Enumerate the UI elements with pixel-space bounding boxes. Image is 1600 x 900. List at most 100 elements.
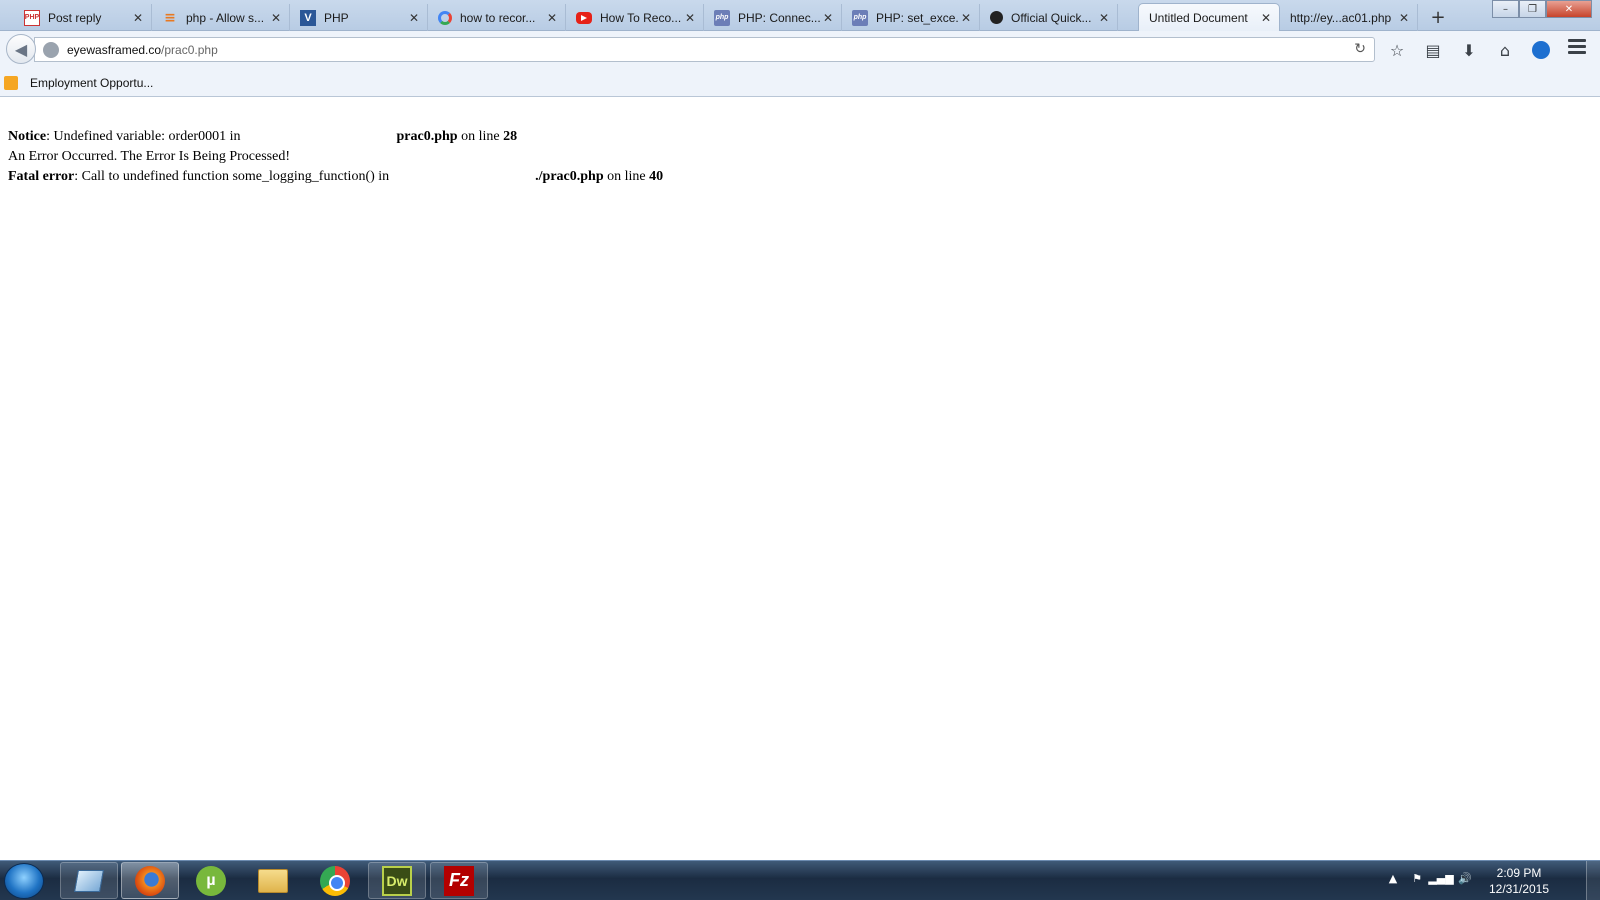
tab-google-search[interactable]: how to recor... ✕ xyxy=(428,4,566,31)
notice-label: Notice xyxy=(8,129,47,144)
tab-stackoverflow[interactable]: ≡ php - Allow s... ✕ xyxy=(152,4,290,31)
tab-label: http://ey...ac01.php xyxy=(1290,10,1392,25)
back-arrow-icon: ◀ xyxy=(14,39,28,59)
php-icon: php xyxy=(714,9,730,26)
hello-bubble-icon xyxy=(1532,41,1550,59)
notice-file: prac0.php xyxy=(396,129,458,144)
site-identity-icon[interactable] xyxy=(43,41,59,58)
taskbar-utorrent[interactable]: µ xyxy=(182,862,240,899)
reading-list-icon[interactable]: ▤ xyxy=(1422,39,1444,61)
tab-php[interactable]: V PHP ✕ xyxy=(290,4,428,31)
taskbar-filezilla[interactable]: Fz xyxy=(430,862,488,899)
tab-label: PHP xyxy=(324,10,349,25)
php-icon: php xyxy=(852,9,868,26)
tab-label: PHP: Connec... xyxy=(738,10,821,25)
close-tab-icon[interactable]: ✕ xyxy=(683,11,697,25)
tab-php-set-exception[interactable]: php PHP: set_exce... ✕ xyxy=(842,4,980,31)
fatal-error-line: Fatal error: Call to undefined function … xyxy=(8,167,1592,187)
fatal-error-on-line: on line xyxy=(603,169,650,184)
chrome-icon xyxy=(320,865,350,896)
notice-message: : Undefined variable: order0001 in xyxy=(46,129,241,144)
window-controls: – ❐ ✕ xyxy=(1492,0,1592,18)
windows-taskbar: µ Dw Fz ▲ ⚑ ▂▄▆ 🔊 2:09 PM 12/31/2015 xyxy=(0,860,1600,900)
phpbb-icon: PHP xyxy=(24,9,40,26)
system-tray: ▲ ⚑ ▂▄▆ 🔊 xyxy=(1386,871,1472,885)
action-center-flag-icon[interactable]: ⚑ xyxy=(1410,871,1424,885)
fatal-error-label: Fatal error xyxy=(8,169,75,184)
hamburger-menu-icon[interactable] xyxy=(1568,39,1586,54)
close-tab-icon[interactable]: ✕ xyxy=(269,11,283,25)
bookmark-star-icon[interactable]: ☆ xyxy=(1386,39,1408,61)
close-window-button[interactable]: ✕ xyxy=(1546,0,1592,18)
taskbar-chrome[interactable] xyxy=(306,862,364,899)
notice-line-number: 28 xyxy=(503,129,518,144)
fatal-error-file: ./prac0.php xyxy=(535,169,604,184)
tab-label: Post reply xyxy=(48,10,102,25)
page-content: Notice: Undefined variable: order0001 in… xyxy=(0,97,1600,860)
filezilla-icon: Fz xyxy=(444,865,474,896)
home-icon[interactable]: ⌂ xyxy=(1494,39,1516,61)
close-tab-icon[interactable]: ✕ xyxy=(821,11,835,25)
tab-http-prac01[interactable]: http://ey...ac01.php ✕ xyxy=(1280,4,1418,31)
tab-label: Untitled Document xyxy=(1149,11,1248,25)
tab-official-quick[interactable]: Official Quick... ✕ xyxy=(980,4,1118,31)
show-desktop-button[interactable] xyxy=(1586,861,1600,900)
tab-untitled-document[interactable]: Untitled Document ✕ xyxy=(1138,3,1280,32)
clock-time: 2:09 PM xyxy=(1496,866,1542,880)
show-hidden-icons-icon[interactable]: ▲ xyxy=(1386,871,1400,885)
v-logo-icon: V xyxy=(300,9,316,26)
firefox-hello-icon[interactable] xyxy=(1530,39,1552,61)
google-icon xyxy=(438,10,452,25)
rss-feed-icon xyxy=(4,75,18,90)
restore-button[interactable]: ❐ xyxy=(1519,0,1546,18)
menu-line xyxy=(1568,39,1586,42)
reload-icon[interactable]: ↻ xyxy=(1354,41,1366,57)
firefox-icon xyxy=(135,865,165,896)
back-button[interactable]: ◀ xyxy=(6,34,36,64)
navigation-toolbar: eyewasframed.co/prac0.php ↻ ◀ ☆ ▤ ⬇ ⌂ xyxy=(0,31,1600,69)
clock-date: 12/31/2015 xyxy=(1488,882,1550,896)
network-signal-icon[interactable]: ▂▄▆ xyxy=(1428,871,1453,885)
close-tab-icon[interactable]: ✕ xyxy=(959,11,973,25)
url-bar[interactable]: eyewasframed.co/prac0.php ↻ xyxy=(34,37,1375,62)
fatal-error-line-number: 40 xyxy=(649,169,664,184)
youtube-icon xyxy=(576,11,592,24)
close-tab-icon[interactable]: ✕ xyxy=(1097,11,1111,25)
obs-icon xyxy=(990,11,1003,24)
bookmark-employment[interactable]: Employment Opportu... xyxy=(4,75,154,90)
url-text[interactable]: eyewasframed.co/prac0.php xyxy=(67,43,218,57)
notice-line: Notice: Undefined variable: order0001 in… xyxy=(8,127,1592,147)
taskbar-libraries[interactable] xyxy=(244,862,302,899)
minimize-button[interactable]: – xyxy=(1492,0,1519,18)
close-tab-icon[interactable]: ✕ xyxy=(545,11,559,25)
close-tab-icon[interactable]: ✕ xyxy=(407,11,421,25)
url-host: eyewasframed.co xyxy=(67,42,162,57)
stackoverflow-icon: ≡ xyxy=(164,9,176,26)
taskbar-dreamweaver[interactable]: Dw xyxy=(368,862,426,899)
close-tab-icon[interactable]: ✕ xyxy=(1259,11,1273,25)
bookmarks-toolbar: Employment Opportu... xyxy=(0,69,1600,97)
dreamweaver-icon: Dw xyxy=(382,865,412,896)
tab-post-reply[interactable]: PHP Post reply ✕ xyxy=(14,4,152,31)
new-tab-button[interactable]: + xyxy=(1428,7,1448,28)
tab-youtube[interactable]: How To Reco... ✕ xyxy=(566,4,704,31)
volume-icon[interactable]: 🔊 xyxy=(1458,871,1472,885)
close-tab-icon[interactable]: ✕ xyxy=(1397,11,1411,25)
notice-on-line: on line xyxy=(457,129,504,144)
tab-php-connect[interactable]: php PHP: Connec... ✕ xyxy=(704,4,842,31)
url-path: /prac0.php xyxy=(161,42,218,57)
tab-strip: PHP Post reply ✕ ≡ php - Allow s... ✕ V … xyxy=(0,0,1600,32)
taskbar-firefox[interactable] xyxy=(121,862,179,899)
bookmark-label: Employment Opportu... xyxy=(30,75,154,90)
taskbar-clock[interactable]: 2:09 PM 12/31/2015 xyxy=(1484,865,1554,897)
start-button[interactable] xyxy=(4,863,44,899)
menu-line xyxy=(1568,45,1586,48)
tab-label: how to recor... xyxy=(460,10,536,25)
tab-label: php - Allow s... xyxy=(186,10,265,25)
fatal-error-message: : Call to undefined function some_loggin… xyxy=(74,169,390,184)
custom-error-message: An Error Occurred. The Error Is Being Pr… xyxy=(8,149,290,164)
taskbar-explorer-window[interactable] xyxy=(60,862,118,899)
explorer-window-icon xyxy=(74,869,104,892)
downloads-icon[interactable]: ⬇ xyxy=(1458,39,1480,61)
close-tab-icon[interactable]: ✕ xyxy=(131,11,145,25)
